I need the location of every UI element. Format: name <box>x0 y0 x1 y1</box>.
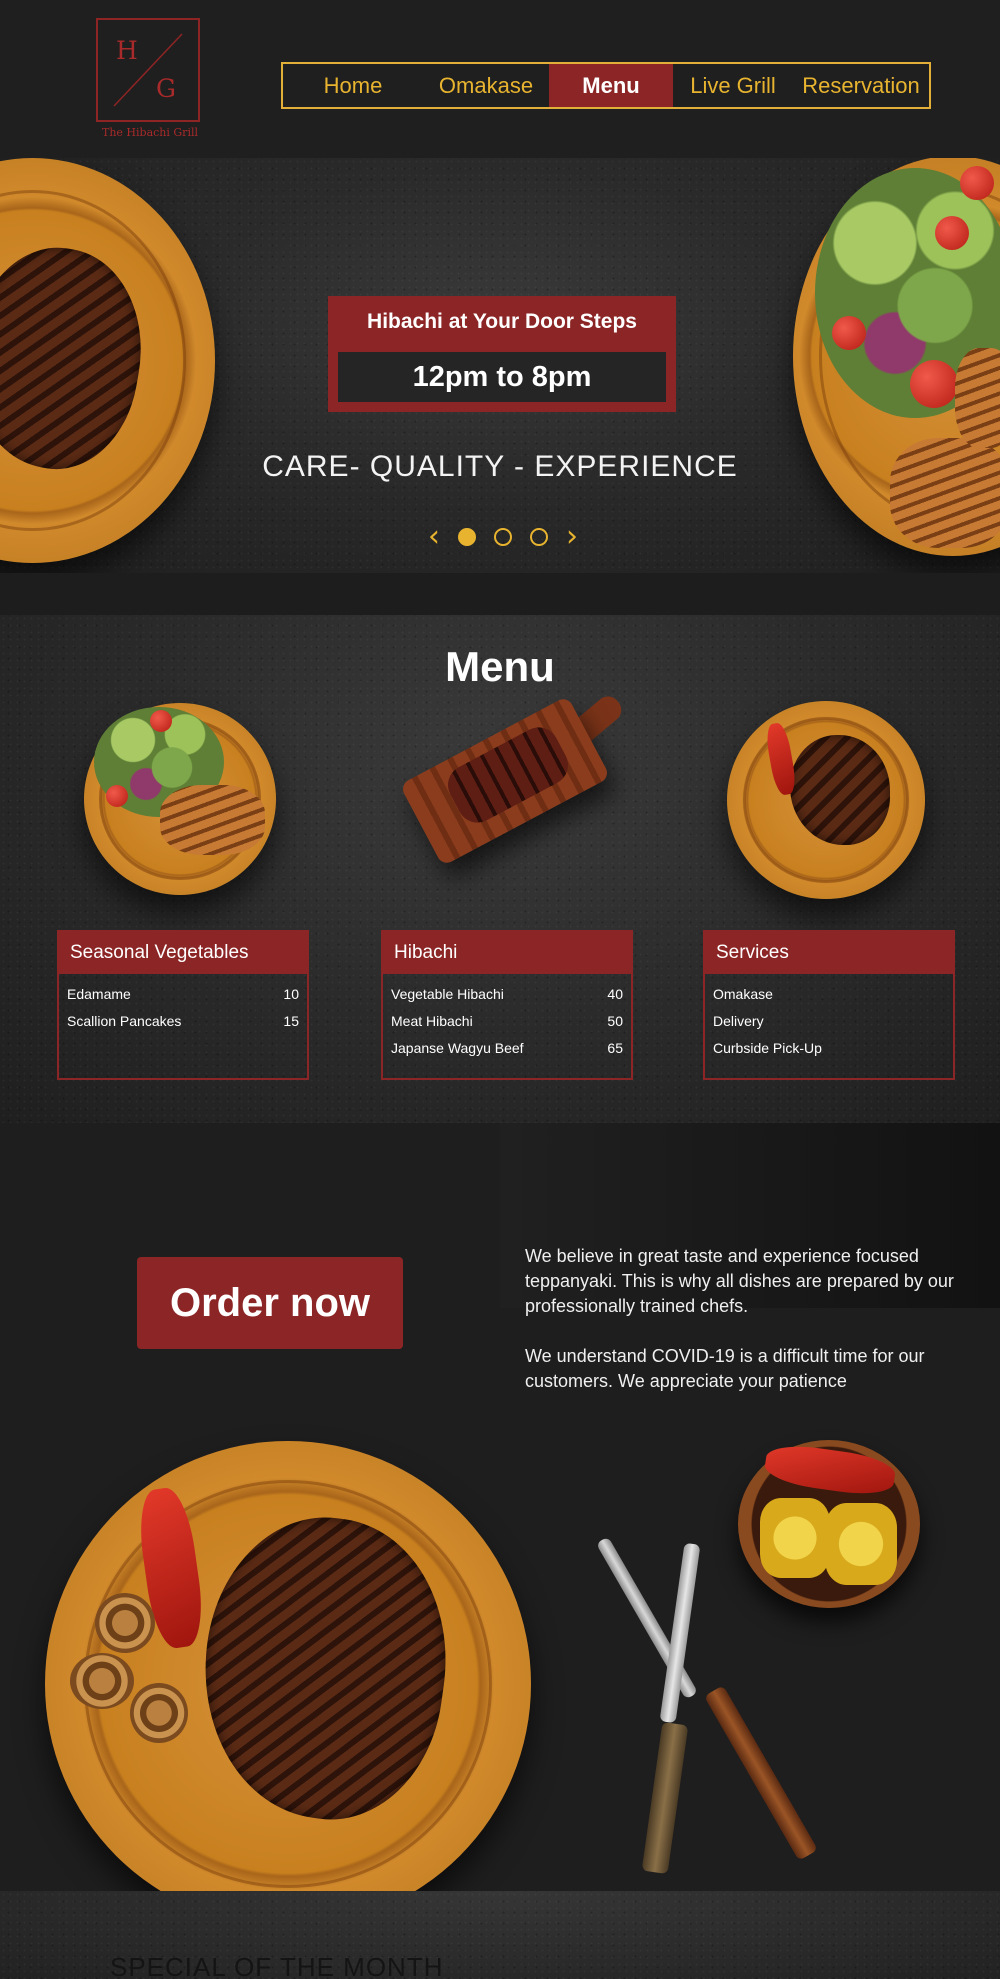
hours-panel: 12pm to 8pm <box>336 350 668 404</box>
service-item-name: Omakase <box>713 986 773 1002</box>
tagline: CARE- QUALITY - EXPERIENCE <box>262 450 738 483</box>
menu-section: Menu Seasonal Vegetables Edamame 10 Scal… <box>0 615 1000 1123</box>
menu-item-name: Edamame <box>67 986 131 1002</box>
grilled-onion-image <box>70 1653 134 1709</box>
menu-card-hibachi: Hibachi Vegetable Hibachi 40 Meat Hibach… <box>381 930 633 1080</box>
about-text: We believe in great taste and experience… <box>525 1244 965 1394</box>
nav-menu[interactable]: Menu <box>549 64 673 107</box>
menu-item[interactable]: Edamame 10 <box>67 986 299 1013</box>
card-title: Hibachi <box>383 932 631 974</box>
carousel-dot-2[interactable] <box>494 528 512 546</box>
about-paragraph: We believe in great taste and experience… <box>525 1246 954 1316</box>
logo-slash-icon <box>113 33 183 107</box>
menu-item[interactable]: Vegetable Hibachi 40 <box>391 986 623 1013</box>
service-item[interactable]: Delivery <box>713 1013 945 1040</box>
hero-banner: Hibachi at Your Door Steps 12pm to 8pm C… <box>0 158 1000 573</box>
carousel-dot-1[interactable] <box>458 528 476 546</box>
grilled-chicken-image <box>955 348 1000 448</box>
menu-item-price: 40 <box>607 986 623 1002</box>
service-item-name: Delivery <box>713 1013 764 1029</box>
order-section: Order now We believe in great taste and … <box>0 1123 1000 1891</box>
special-section: SPECIAL OF THE MONTH <box>0 1891 1000 1979</box>
tomato-image <box>935 216 969 250</box>
menu-item-name: Vegetable Hibachi <box>391 986 504 1002</box>
menu-item[interactable]: Japanse Wagyu Beef 65 <box>391 1040 623 1067</box>
grilled-onion-image <box>95 1593 155 1653</box>
nav-home[interactable]: Home <box>283 64 423 107</box>
card-title: Seasonal Vegetables <box>59 932 307 974</box>
order-now-button[interactable]: Order now <box>137 1257 403 1349</box>
tomato-image <box>960 166 994 200</box>
tomato-image <box>910 360 958 408</box>
chevron-left-icon[interactable]: ‹ <box>428 522 440 552</box>
logo-letter-g: G <box>156 74 176 103</box>
promo-title: Hibachi at Your Door Steps <box>367 310 637 333</box>
delivery-hours-box: Hibachi at Your Door Steps 12pm to 8pm <box>328 296 676 412</box>
grilled-chicken-image <box>160 785 265 855</box>
service-item-name: Curbside Pick-Up <box>713 1040 822 1056</box>
main-nav: Home Omakase Menu Live Grill Reservation <box>281 62 931 109</box>
menu-card-seasonal-vegetables: Seasonal Vegetables Edamame 10 Scallion … <box>57 930 309 1080</box>
card-title: Services <box>705 932 953 974</box>
corn-image <box>825 1503 897 1585</box>
menu-item-price: 65 <box>607 1040 623 1056</box>
menu-item-name: Meat Hibachi <box>391 1013 473 1029</box>
chevron-right-icon[interactable]: › <box>566 522 578 552</box>
carousel-dot-3[interactable] <box>530 528 548 546</box>
service-item[interactable]: Curbside Pick-Up <box>713 1040 945 1067</box>
grilled-onion-image <box>130 1683 188 1743</box>
menu-item-price: 15 <box>283 1013 299 1029</box>
menu-item-name: Japanse Wagyu Beef <box>391 1040 524 1056</box>
logo[interactable]: H G <box>96 18 200 122</box>
menu-title: Menu <box>445 643 555 690</box>
hours-text: 12pm to 8pm <box>412 360 592 393</box>
menu-item-name: Scallion Pancakes <box>67 1013 182 1029</box>
service-item[interactable]: Omakase <box>713 986 945 1013</box>
nav-live-grill[interactable]: Live Grill <box>673 64 793 107</box>
site-header: H G The Hibachi Grill Home Omakase Menu … <box>0 0 1000 158</box>
menu-item-price: 10 <box>283 986 299 1002</box>
menu-card-services: Services Omakase Delivery Curbside Pick-… <box>703 930 955 1080</box>
nav-omakase[interactable]: Omakase <box>423 64 549 107</box>
covid-paragraph: We understand COVID-19 is a difficult ti… <box>525 1346 925 1391</box>
special-title: SPECIAL OF THE MONTH <box>110 1952 444 1979</box>
tomato-image <box>150 710 172 732</box>
tomato-image <box>106 785 128 807</box>
logo-letter-h: H <box>116 36 138 65</box>
knife-handle-image <box>703 1685 819 1861</box>
tomato-image <box>832 316 866 350</box>
fork-image <box>659 1542 701 1724</box>
menu-item-price: 50 <box>607 1013 623 1029</box>
menu-item[interactable]: Meat Hibachi 50 <box>391 1013 623 1040</box>
corn-image <box>760 1498 830 1578</box>
brand-name: The Hibachi Grill <box>102 126 198 139</box>
carousel-controls: ‹ › <box>428 522 578 552</box>
nav-reservation[interactable]: Reservation <box>793 64 929 107</box>
fork-handle-image <box>641 1721 689 1875</box>
menu-item[interactable]: Scallion Pancakes 15 <box>67 1013 299 1040</box>
